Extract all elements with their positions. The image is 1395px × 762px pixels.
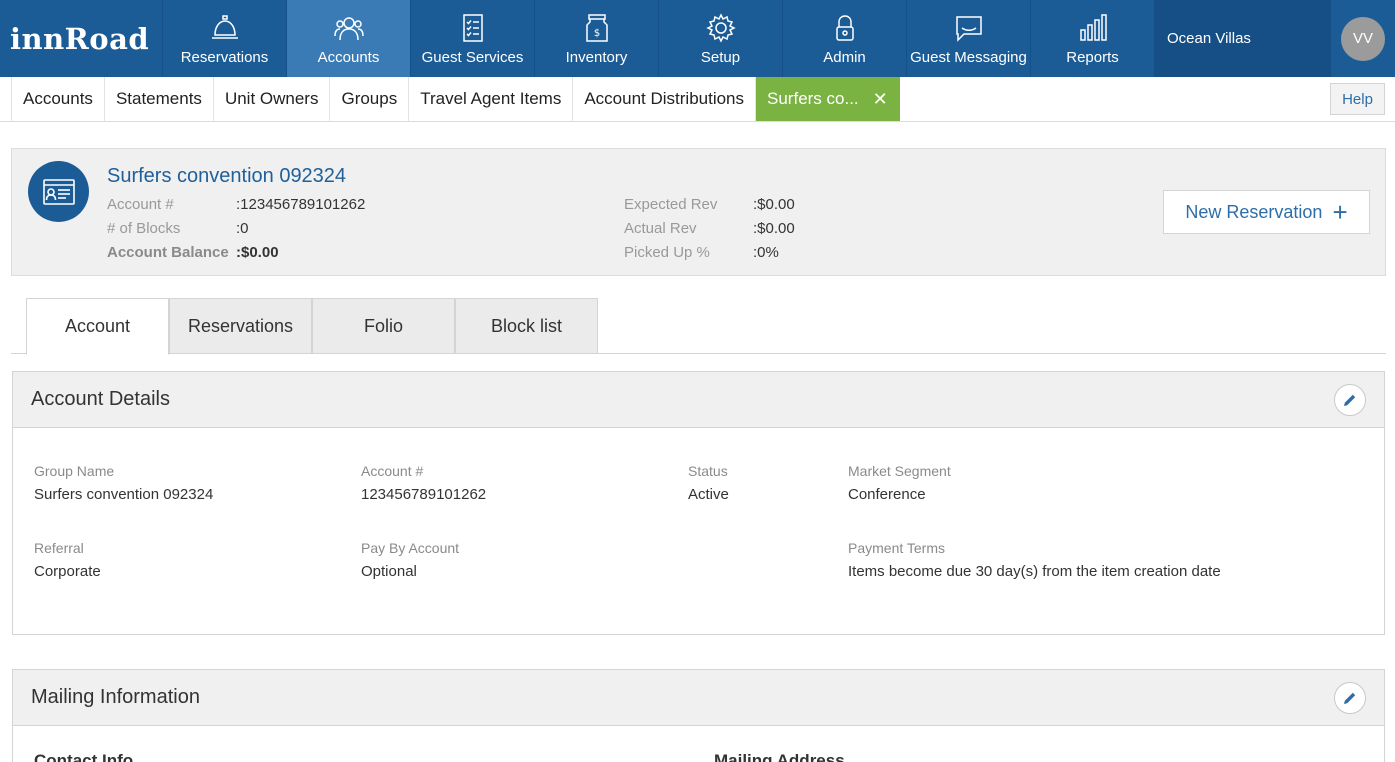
mailing-address-heading: Mailing Address: [714, 751, 845, 762]
account-number-field-label: Account #: [361, 463, 424, 479]
new-reservation-label: New Reservation: [1185, 201, 1323, 222]
content-tabs: Account Reservations Folio Block list: [11, 298, 1386, 355]
picked-up-value: :0%: [753, 244, 779, 261]
edit-mailing-info-button[interactable]: [1334, 682, 1366, 714]
help-button[interactable]: Help: [1330, 83, 1385, 115]
group-name-label: Group Name: [34, 463, 115, 479]
tab-folio[interactable]: Folio: [312, 298, 455, 354]
blocks-label: # of Blocks: [107, 220, 181, 237]
nav-admin[interactable]: Admin: [782, 0, 906, 77]
tab-account[interactable]: Account: [26, 298, 169, 355]
market-segment-label: Market Segment: [848, 463, 951, 479]
account-title: Surfers convention 092324: [107, 165, 347, 187]
nav-accounts[interactable]: Accounts: [286, 0, 410, 77]
account-details-panel: Account Details Group Name Surfers conve…: [12, 371, 1385, 635]
referral-value: Corporate: [34, 563, 101, 580]
subtab-surfers-convention[interactable]: Surfers co... ✕: [755, 77, 900, 121]
pay-by-account-field: Pay By Account Optional: [361, 540, 459, 580]
payment-terms-value: Items become due 30 day(s) from the item…: [848, 563, 1221, 580]
mailing-info-title: Mailing Information: [31, 686, 200, 708]
expected-rev-value: :$0.00: [753, 196, 795, 213]
chat-icon: [955, 16, 982, 42]
actual-rev-label: Actual Rev: [624, 220, 697, 237]
pay-by-account-value: Optional: [361, 563, 417, 580]
bar-chart-icon: [1079, 14, 1107, 41]
status-value: Active: [688, 486, 729, 503]
account-details-header: Account Details: [13, 372, 1384, 428]
nav-inventory[interactable]: $ Inventory: [534, 0, 658, 77]
nav-guest-services[interactable]: Guest Services: [410, 0, 534, 77]
nav-reservations[interactable]: Reservations: [162, 0, 286, 77]
subtab-accounts[interactable]: Accounts: [11, 77, 104, 121]
checklist-icon: [462, 14, 483, 42]
tab-reservations[interactable]: Reservations: [169, 298, 312, 354]
nav-reports[interactable]: Reports: [1030, 0, 1154, 77]
nav-label: Guest Messaging: [910, 49, 1027, 66]
sub-nav: Accounts Statements Unit Owners Groups T…: [0, 77, 1395, 122]
account-number-value: :123456789101262: [236, 196, 366, 213]
bell-icon: [211, 15, 238, 39]
innroad-logo[interactable]: innRoad: [0, 0, 162, 77]
balance-value: :$0.00: [236, 244, 279, 261]
subtab-label: Surfers co...: [767, 89, 859, 108]
mailing-info-panel: Mailing Information Contact Info Mailing…: [12, 669, 1385, 762]
close-icon[interactable]: ✕: [873, 89, 888, 110]
actual-rev-value: :$0.00: [753, 220, 795, 237]
money-jar-icon: $: [585, 14, 608, 42]
pencil-icon: [1344, 692, 1356, 704]
nav-label: Setup: [700, 49, 741, 66]
payment-terms-field: Payment Terms Items become due 30 day(s)…: [848, 540, 1221, 580]
plus-icon: +: [1332, 197, 1348, 227]
status-field: Status Active: [688, 463, 729, 503]
referral-label: Referral: [34, 540, 84, 556]
expected-rev-label: Expected Rev: [624, 196, 718, 213]
avatar[interactable]: VV: [1341, 16, 1385, 61]
users-icon: [333, 17, 364, 41]
nav-setup[interactable]: Setup: [658, 0, 782, 77]
edit-account-details-button[interactable]: [1334, 384, 1366, 416]
pencil-icon: [1344, 394, 1356, 406]
blocks-value: :0: [236, 220, 249, 237]
subtab-groups[interactable]: Groups: [329, 77, 408, 121]
lock-icon: [835, 15, 854, 41]
referral-field: Referral Corporate: [34, 540, 101, 580]
subtab-statements[interactable]: Statements: [103, 77, 213, 121]
nav-label: Guest Services: [421, 49, 524, 66]
pay-by-account-label: Pay By Account: [361, 540, 460, 556]
new-reservation-button[interactable]: New Reservation +: [1163, 190, 1370, 234]
mailing-info-header: Mailing Information: [13, 670, 1384, 726]
group-name-value: Surfers convention 092324: [34, 486, 214, 503]
balance-label: Account Balance: [107, 244, 229, 261]
subtab-account-distributions[interactable]: Account Distributions: [572, 77, 755, 121]
group-name-field: Group Name Surfers convention 092324: [34, 463, 213, 503]
account-card-icon: [28, 161, 89, 222]
account-number-label: Account #: [107, 196, 174, 213]
market-segment-value: Conference: [848, 486, 926, 503]
nav-label: Accounts: [317, 49, 380, 66]
account-number-field-value: 123456789101262: [361, 486, 487, 503]
market-segment-field: Market Segment Conference: [848, 463, 951, 503]
payment-terms-label: Payment Terms: [848, 540, 945, 556]
nav-label: Reports: [1066, 49, 1119, 66]
svg-text:$: $: [593, 28, 599, 39]
subtab-unit-owners[interactable]: Unit Owners: [212, 77, 330, 121]
picked-up-label: Picked Up %: [624, 244, 710, 261]
nav-label: Inventory: [565, 49, 628, 66]
top-nav: innRoad Reservations Accounts Guest Serv…: [0, 0, 1395, 77]
account-header: Surfers convention 092324 Account # :123…: [11, 148, 1386, 276]
nav-guest-messaging[interactable]: Guest Messaging: [906, 0, 1030, 77]
tab-block-list[interactable]: Block list: [455, 298, 598, 354]
gear-icon: [705, 13, 736, 43]
status-label: Status: [688, 463, 728, 479]
account-details-title: Account Details: [31, 388, 170, 410]
user-menu: VV: [1331, 0, 1395, 77]
contact-info-heading: Contact Info: [34, 751, 134, 762]
subtab-travel-agent-items[interactable]: Travel Agent Items: [408, 77, 572, 121]
nav-label: Reservations: [180, 49, 269, 66]
account-number-field: Account # 123456789101262: [361, 463, 486, 503]
property-name[interactable]: Ocean Villas: [1154, 0, 1331, 77]
nav-label: Admin: [823, 49, 866, 66]
